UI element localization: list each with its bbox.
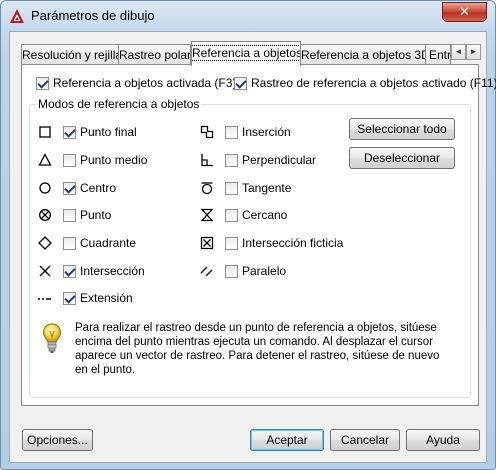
ok-button[interactable]: Aceptar	[250, 429, 324, 451]
tab-scroll-right-icon[interactable]: ►	[466, 44, 481, 60]
parallel-checkbox[interactable]	[225, 265, 238, 278]
tab-label: Referencia a objetos 3D	[301, 48, 426, 62]
tangent-checkbox[interactable]	[225, 182, 238, 195]
insertion-checkbox[interactable]	[225, 126, 238, 139]
help-button[interactable]: Ayuda	[406, 429, 480, 451]
lightbulb-icon	[42, 323, 62, 353]
extension-checkbox[interactable]	[63, 292, 76, 305]
nearest-checkbox[interactable]	[225, 209, 238, 222]
triangle-icon	[38, 153, 52, 166]
tab-polar-tracking[interactable]: Rastreo polar	[118, 44, 191, 64]
object-snap-panel: Referencia a objetos activada (F3) Rastr…	[21, 64, 496, 406]
tab-label: Referencia a objetos	[192, 45, 301, 61]
osnap-on-checkbox[interactable]	[36, 77, 49, 90]
perpendicular-label[interactable]: Perpendicular	[242, 153, 316, 167]
perpendicular-icon	[201, 154, 213, 167]
select-all-button[interactable]: Seleccionar todo	[349, 118, 455, 140]
snap-modes-title: Modos de referencia a objetos	[36, 97, 202, 111]
title-bar[interactable]: Parámetros de dibujo ✕	[1, 1, 495, 31]
endpoint-label[interactable]: Punto final	[80, 125, 137, 139]
extension-icon	[38, 298, 51, 300]
osnap-on-label[interactable]: Referencia a objetos activada (F3)	[53, 76, 236, 90]
x-icon	[39, 265, 51, 277]
dialog-client: Resolución y rejilla Rastreo polar Refer…	[9, 31, 496, 463]
tab-scroll-left-icon[interactable]: ◄	[451, 44, 466, 60]
extension-label[interactable]: Extensión	[80, 291, 133, 305]
quadrant-checkbox[interactable]	[63, 237, 76, 250]
center-label[interactable]: Centro	[80, 181, 116, 195]
tab-label: Resolución y rejilla	[22, 48, 119, 62]
center-checkbox[interactable]	[63, 182, 76, 195]
diamond-icon	[38, 236, 52, 250]
tracking-hint-text: Para realizar el rastreo desde un punto …	[75, 322, 440, 376]
hourglass-icon	[200, 208, 214, 222]
node-checkbox[interactable]	[63, 209, 76, 222]
square-icon	[39, 126, 51, 138]
node-label[interactable]: Punto	[80, 208, 111, 222]
nearest-label[interactable]: Cercano	[242, 208, 287, 222]
parallel-icon	[200, 266, 213, 277]
otrack-on-label[interactable]: Rastreo de referencia a objetos activado…	[251, 76, 496, 90]
endpoint-checkbox[interactable]	[63, 126, 76, 139]
tangent-label[interactable]: Tangente	[242, 181, 291, 195]
apparent-intersection-icon	[200, 236, 214, 250]
options-button[interactable]: Opciones...	[22, 429, 93, 451]
apparent-intersection-checkbox[interactable]	[225, 237, 238, 250]
midpoint-label[interactable]: Punto medio	[80, 153, 147, 167]
otrack-on-checkbox[interactable]	[234, 77, 247, 90]
tab-label: Entr	[429, 48, 451, 62]
circle-icon	[39, 182, 51, 194]
node-icon	[39, 209, 51, 221]
window-title: Parámetros de dibujo	[31, 8, 155, 23]
perpendicular-checkbox[interactable]	[225, 154, 238, 167]
quadrant-label[interactable]: Cuadrante	[80, 236, 136, 250]
insertion-label[interactable]: Inserción	[242, 125, 291, 139]
tab-label: Rastreo polar	[119, 48, 191, 62]
apparent-intersection-label[interactable]: Intersección ficticia	[242, 236, 343, 250]
cancel-button[interactable]: Cancelar	[330, 429, 400, 451]
tab-input[interactable]: Entr	[425, 44, 451, 64]
tab-resolution-grid[interactable]: Resolución y rejilla	[21, 44, 119, 64]
dialog-window: Parámetros de dibujo ✕ Resolución y reji…	[0, 0, 496, 470]
intersection-label[interactable]: Intersección	[80, 264, 145, 278]
tangent-icon	[201, 182, 213, 195]
close-button[interactable]: ✕	[442, 2, 487, 22]
autocad-logo-icon	[10, 9, 24, 23]
intersection-checkbox[interactable]	[63, 265, 76, 278]
tab-3d-object-snap[interactable]: Referencia a objetos 3D	[300, 44, 426, 64]
parallel-label[interactable]: Paralelo	[242, 264, 286, 278]
clear-all-button[interactable]: Deseleccionar	[349, 147, 455, 169]
tab-object-snap[interactable]: Referencia a objetos	[191, 41, 301, 66]
midpoint-checkbox[interactable]	[63, 154, 76, 167]
insertion-icon	[200, 125, 214, 139]
